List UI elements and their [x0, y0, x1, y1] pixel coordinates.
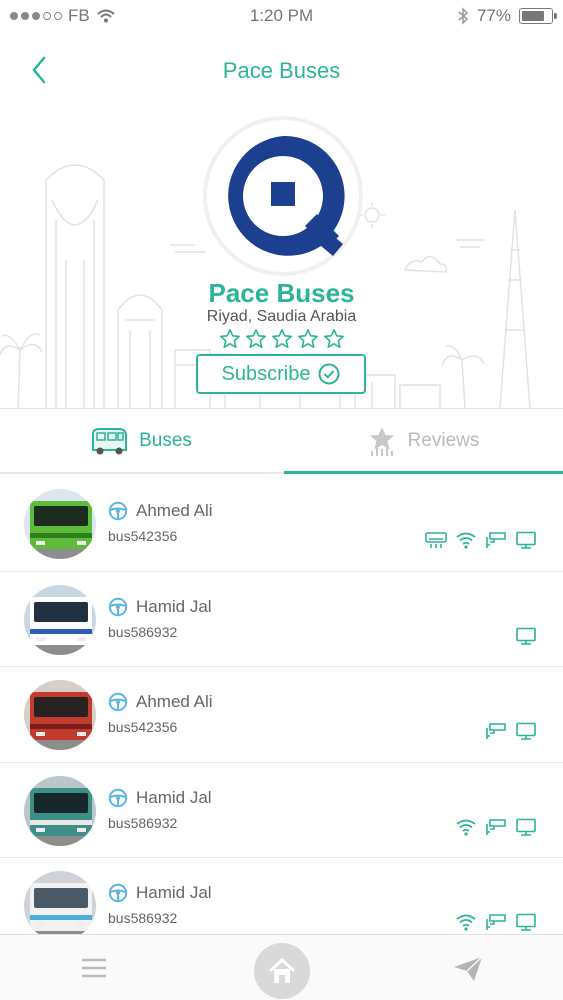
driver-info: Hamid Jal: [108, 883, 212, 903]
company-logo: [203, 116, 363, 276]
bus-list-item[interactable]: Hamid Jal bus586932: [0, 763, 563, 859]
rating-stars[interactable]: [0, 328, 563, 350]
bus-id: bus542356: [108, 719, 178, 736]
driver-name: Hamid Jal: [136, 883, 212, 903]
nav-bar: Pace Buses: [0, 40, 563, 100]
tab-buses[interactable]: Buses: [0, 409, 281, 473]
bus-icon: [92, 428, 128, 455]
ac-icon: [425, 532, 447, 548]
bus-photo: [24, 584, 96, 655]
bus-photo: [24, 775, 96, 846]
home-button[interactable]: [254, 943, 310, 999]
battery-fill: [522, 11, 544, 21]
status-bar: FB 1:20 PM 77%: [0, 0, 563, 32]
cctv-icon: [486, 723, 506, 740]
bottom-nav: [0, 934, 563, 1000]
tab-reviews-label: Reviews: [407, 430, 480, 451]
cctv-icon: [486, 532, 506, 548]
page-title: Pace Buses: [222, 58, 341, 83]
home-icon: [268, 957, 296, 983]
tab-bar: Buses Reviews: [0, 408, 563, 474]
bus-id: bus586932: [108, 910, 178, 927]
bus-list-item[interactable]: Hamid Jal bus586932: [0, 858, 563, 934]
cctv-icon: [486, 914, 506, 931]
rating-star-icon[interactable]: [219, 328, 241, 350]
bus-id: bus542356: [108, 528, 178, 544]
tv-icon: [516, 914, 536, 932]
wifi-icon: [456, 819, 476, 836]
driver-info: Ahmed Ali: [108, 501, 213, 521]
status-right: 77%: [457, 6, 557, 26]
check-circle-icon: [318, 363, 340, 385]
amenity-icons: [515, 627, 537, 645]
subscribe-button[interactable]: Subscribe: [196, 354, 366, 394]
tv-icon: [516, 627, 536, 645]
bus-id: bus586932: [108, 623, 178, 640]
bus-id: bus586932: [108, 814, 178, 831]
star-chart-icon: [369, 427, 394, 456]
driver-name: Hamid Jal: [136, 787, 212, 807]
steering-wheel-icon: [108, 597, 128, 616]
driver-info: Ahmed Ali: [108, 692, 213, 712]
send-icon[interactable]: [452, 955, 484, 983]
bus-avatar: [24, 871, 96, 934]
tv-icon: [516, 818, 536, 836]
bluetooth-icon: [458, 7, 469, 25]
bus-photo: [24, 871, 96, 934]
tv-icon: [516, 722, 536, 740]
pace-logo-icon: [228, 135, 345, 256]
company-name: Pace Buses: [208, 278, 355, 308]
company-location: Riyad, Saudia Arabia: [206, 308, 357, 325]
driver-name: Ahmed Ali: [136, 692, 213, 712]
steering-wheel-icon: [108, 501, 128, 521]
driver-name: Hamid Jal: [136, 596, 212, 616]
steering-wheel-icon: [108, 788, 128, 807]
wifi-icon: [456, 532, 476, 549]
bus-avatar: [24, 584, 96, 655]
bus-photo: [24, 680, 96, 751]
driver-info: Hamid Jal: [108, 597, 212, 617]
wifi-icon: [456, 914, 476, 931]
bus-photo: [24, 489, 96, 559]
menu-icon[interactable]: [80, 957, 108, 979]
bus-avatar: [24, 680, 96, 751]
tab-buses-label: Buses: [139, 430, 192, 451]
company-header: Pace Buses Riyad, Saudia Arabia Subscrib…: [0, 100, 563, 408]
amenity-icons: [455, 818, 537, 836]
rating-star-icon[interactable]: [245, 328, 267, 350]
battery-percent: 77%: [476, 6, 511, 25]
driver-info: Hamid Jal: [108, 788, 212, 808]
amenity-icons: [485, 722, 537, 740]
bus-list: Ahmed Ali bus542356 Hamid Jal bus586932: [0, 476, 563, 934]
tab-reviews[interactable]: Reviews: [282, 409, 563, 473]
rating-star-icon[interactable]: [271, 328, 293, 350]
rating-star-icon[interactable]: [297, 328, 319, 350]
bus-list-item[interactable]: Hamid Jal bus586932: [0, 572, 563, 668]
rating-star-icon[interactable]: [323, 328, 345, 350]
tab-indicator: [284, 471, 563, 474]
bus-list-item[interactable]: Ahmed Ali bus542356: [0, 667, 563, 763]
cctv-icon: [486, 818, 506, 835]
tv-icon: [516, 531, 536, 549]
steering-wheel-icon: [108, 884, 128, 903]
bus-list-item[interactable]: Ahmed Ali bus542356: [0, 476, 563, 572]
steering-wheel-icon: [108, 692, 128, 712]
driver-name: Ahmed Ali: [136, 501, 213, 520]
amenity-icons: [425, 531, 537, 549]
subscribe-label: Subscribe: [221, 362, 311, 385]
battery-icon: [519, 8, 557, 24]
amenity-icons: [455, 913, 537, 932]
bus-avatar: [24, 489, 96, 559]
bus-avatar: [24, 775, 96, 846]
